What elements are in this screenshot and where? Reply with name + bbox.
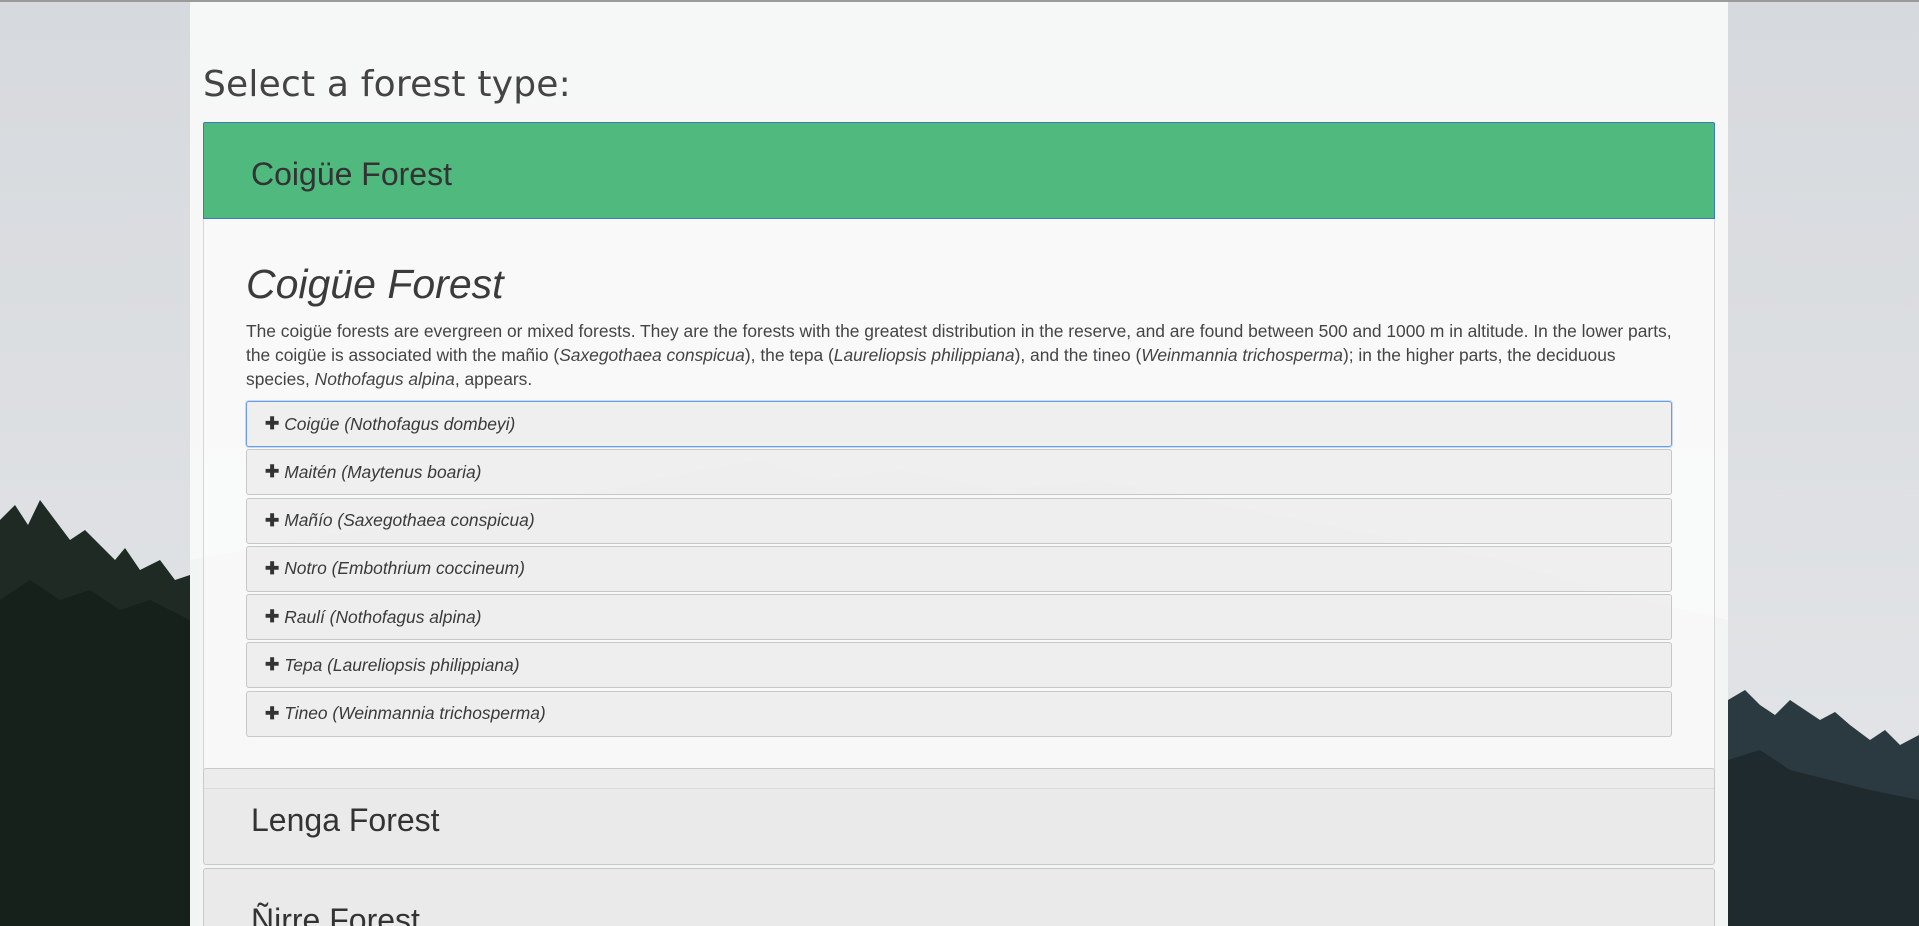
species-label: Coigüe (Nothofagus dombeyi) — [284, 413, 516, 434]
species-item-notro[interactable]: ✚ Notro (Embothrium coccineum) — [246, 545, 1672, 592]
plus-icon: ✚ — [265, 558, 280, 578]
plus-icon: ✚ — [265, 414, 280, 433]
forest-panel-body: Coigüe Forest The coigüe forests are eve… — [203, 219, 1715, 789]
forest-panel-heading-coigue[interactable]: Coigüe Forest — [203, 122, 1715, 219]
plus-icon: ✚ — [265, 510, 280, 530]
species-label: Tineo (Weinmannia trichosperma) — [284, 703, 546, 724]
plus-icon: ✚ — [265, 703, 280, 723]
forest-panel-coigue: Coigüe Forest Coigüe Forest The coigüe f… — [203, 122, 1715, 789]
forest-description: The coigüe forests are evergreen or mixe… — [246, 321, 1672, 389]
species-item-maiten[interactable]: ✚ Maitén (Maytenus boaria) — [246, 449, 1672, 496]
forest-panel-heading-nirre[interactable]: Ñirre Forest — [203, 868, 1715, 926]
forest-section-title: Coigüe Forest — [246, 261, 504, 307]
species-item-manio[interactable]: ✚ Mañío (Saxegothaea conspicua) — [246, 497, 1672, 544]
plus-icon: ✚ — [265, 607, 280, 627]
main-content: Select a forest type: Coigüe Forest Coig… — [190, 2, 1728, 926]
page-title: Select a forest type: — [203, 64, 571, 105]
forest-panel-heading-label: Ñirre Forest — [251, 902, 420, 926]
species-label: Mañío (Saxegothaea conspicua) — [284, 510, 535, 531]
species-item-tineo[interactable]: ✚ Tineo (Weinmannia trichosperma) — [246, 690, 1672, 737]
species-item-rauli[interactable]: ✚ Raulí (Nothofagus alpina) — [246, 594, 1672, 641]
species-label: Notro (Embothrium coccineum) — [284, 558, 525, 579]
species-label: Raulí (Nothofagus alpina) — [284, 606, 482, 627]
species-item-coigue[interactable]: ✚ Coigüe (Nothofagus dombeyi) — [246, 401, 1672, 447]
species-label: Tepa (Laureliopsis philippiana) — [284, 654, 520, 675]
forest-panel-heading-label: Coigüe Forest — [251, 156, 452, 192]
forest-panel-heading-lenga[interactable]: Lenga Forest — [203, 768, 1715, 865]
window-top-border — [0, 0, 1919, 2]
species-item-tepa[interactable]: ✚ Tepa (Laureliopsis philippiana) — [246, 642, 1672, 689]
plus-icon: ✚ — [265, 462, 280, 482]
plus-icon: ✚ — [265, 655, 280, 675]
forest-panel-heading-label: Lenga Forest — [251, 802, 440, 838]
forest-panel-lenga: Lenga Forest — [203, 768, 1715, 865]
forest-panel-nirre: Ñirre Forest — [203, 868, 1715, 926]
species-label: Maitén (Maytenus boaria) — [284, 461, 482, 482]
